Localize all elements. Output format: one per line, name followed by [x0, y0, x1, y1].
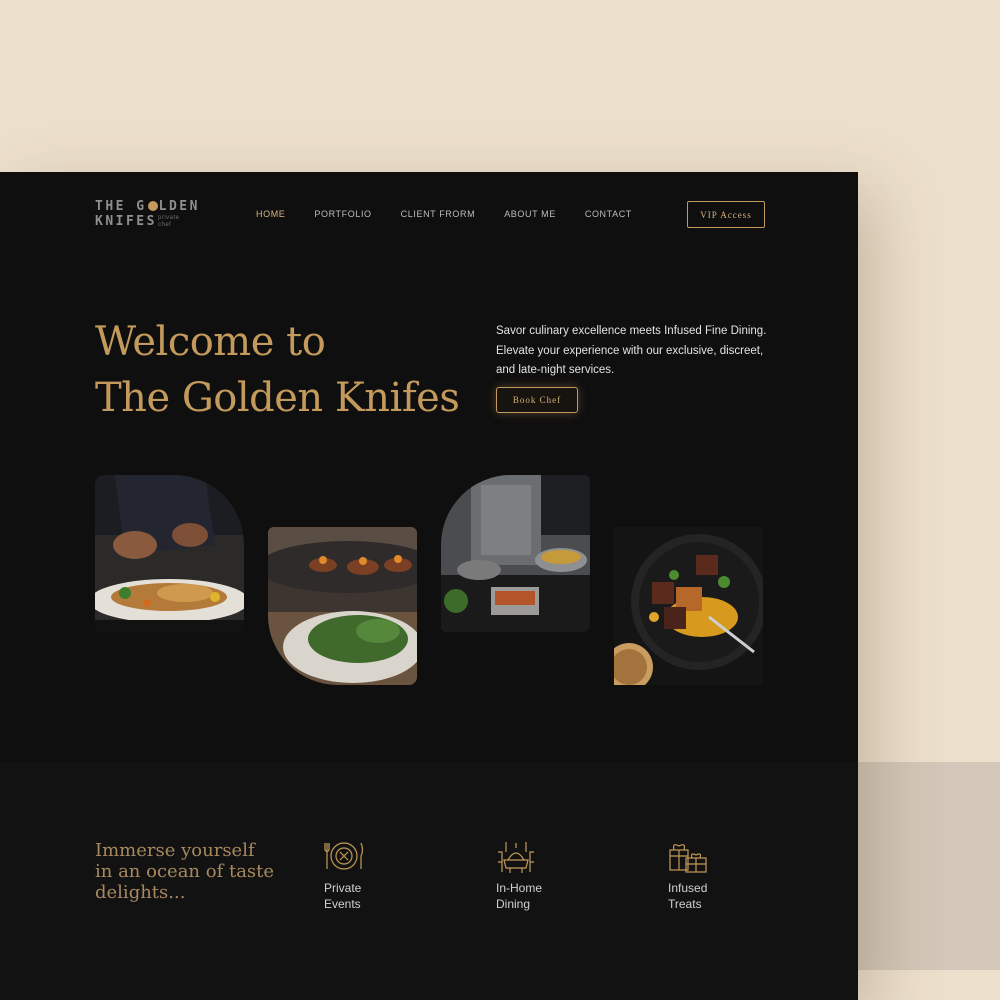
logo-text-knifes: KNIFES [95, 214, 157, 229]
logo-subtitle: private chef [158, 215, 188, 229]
vip-access-button[interactable]: VIP Access [687, 201, 765, 228]
logo-text-the-g: THE G [95, 199, 147, 214]
logo[interactable]: THE G LDEN KNIFES private chef [95, 199, 205, 233]
hero-title-line1: Welcome to [95, 319, 326, 365]
nav-client-form[interactable]: CLIENT FRORM [401, 209, 476, 219]
kitchen-cooking-photo [441, 475, 590, 632]
dining-table-icon [498, 842, 534, 873]
nav-home[interactable]: HOME [256, 209, 285, 219]
book-chef-button[interactable]: Book Chef [496, 387, 578, 413]
hero-title-line2: The Golden Knifes [95, 375, 460, 421]
features-tagline: Immerse yourself in an ocean of taste de… [95, 840, 275, 903]
hero-title: Welcome to The Golden Knifes [95, 314, 460, 426]
website-mockup: THE G LDEN KNIFES private chef HOME PORTF… [0, 172, 858, 1000]
plated-dish-photo [614, 527, 763, 685]
feature-private-events[interactable]: Private Events [324, 838, 444, 912]
appetizers-photo [268, 527, 417, 685]
chef-plating-photo [95, 475, 244, 632]
feature-in-home-dining[interactable]: In-Home Dining [496, 838, 616, 912]
feature-label: Private Events [324, 881, 362, 911]
features-section: Immerse yourself in an ocean of taste de… [0, 762, 858, 1000]
gift-box-icon [669, 844, 707, 873]
nav-portfolio[interactable]: PORTFOLIO [314, 209, 371, 219]
feature-infused-treats[interactable]: Infused Treats [668, 838, 788, 912]
logo-text-lden: LDEN [158, 199, 200, 214]
nav-about-me[interactable]: ABOUT ME [504, 209, 556, 219]
feature-label: Infused Treats [668, 881, 708, 911]
hero-description: Savor culinary excellence meets Infused … [496, 325, 767, 376]
nav-contact[interactable]: CONTACT [585, 209, 632, 219]
logo-sub-line1: private [158, 215, 180, 221]
main-nav: HOME PORTFOLIO CLIENT FRORM ABOUT ME CON… [256, 209, 661, 219]
logo-gold-dot-icon [147, 201, 158, 211]
dining-plate-icon [324, 842, 364, 870]
background-shadow-strip [858, 762, 1000, 970]
logo-sub-line2: chef [158, 222, 172, 228]
feature-label: In-Home Dining [496, 881, 543, 911]
